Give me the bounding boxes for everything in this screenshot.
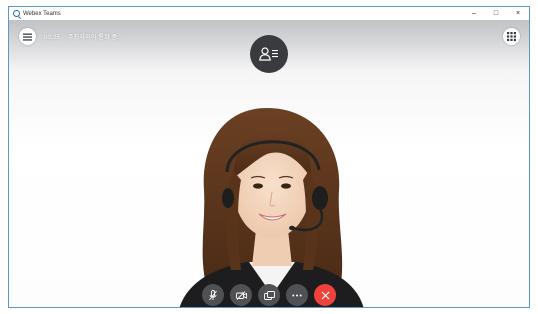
menu-button[interactable]	[19, 28, 36, 45]
participants-icon	[259, 47, 278, 61]
title-bar: Webex Teams – □ ×	[9, 7, 529, 20]
call-status-text: 주최자와의 통화 중...	[67, 35, 123, 41]
window-controls: – □ ×	[463, 7, 529, 20]
participants-button[interactable]	[250, 35, 288, 73]
microphone-icon	[209, 289, 217, 300]
more-button[interactable]	[286, 284, 308, 306]
call-timer: 00:25	[44, 35, 61, 41]
grid-icon	[507, 32, 516, 41]
mute-button[interactable]	[202, 284, 224, 306]
video-button[interactable]	[230, 284, 252, 306]
close-window-button[interactable]: ×	[507, 7, 529, 20]
layout-button[interactable]	[503, 28, 520, 45]
minimize-button[interactable]: –	[463, 7, 485, 20]
call-controls	[202, 284, 336, 306]
end-call-button[interactable]	[314, 284, 336, 306]
close-icon	[321, 291, 329, 299]
video-stage: 00:25 주최자와의 통화 중...	[9, 20, 529, 307]
hamburger-icon	[23, 33, 32, 41]
maximize-button[interactable]: □	[485, 7, 507, 20]
window-title: Webex Teams	[23, 10, 61, 17]
share-button[interactable]	[258, 284, 280, 306]
video-off-icon	[235, 290, 247, 300]
share-screen-icon	[263, 290, 275, 300]
webex-icon	[13, 10, 20, 17]
more-icon	[292, 294, 302, 296]
app-window: Webex Teams – □ × 00:25 주최자와의 통화 중...	[8, 6, 530, 308]
meeting-status: 00:25 주최자와의 통화 중...	[44, 32, 123, 41]
